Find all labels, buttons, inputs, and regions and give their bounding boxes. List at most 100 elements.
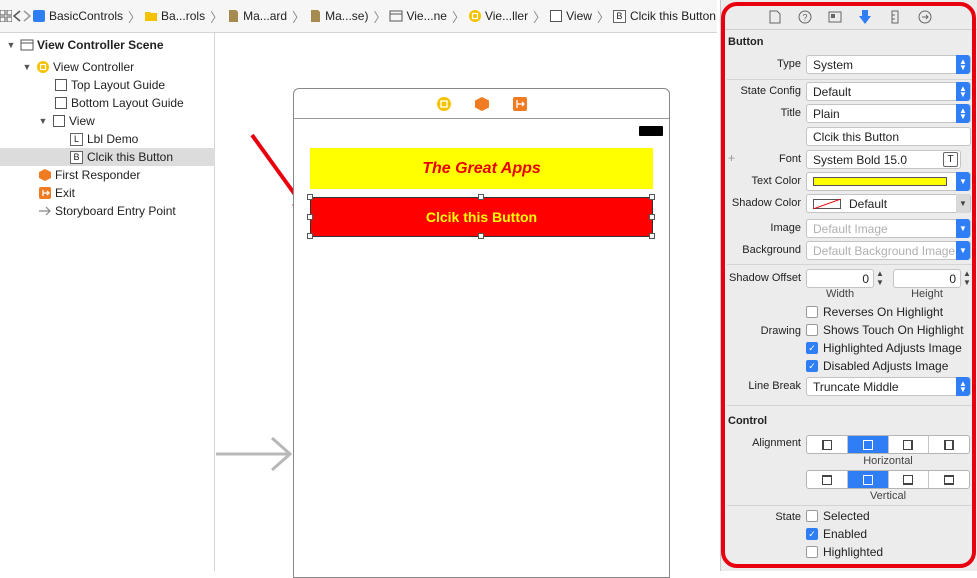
background-field[interactable]: Default Background Image ▼	[806, 241, 971, 260]
grid-icon[interactable]	[0, 5, 12, 27]
crumb-storyboard-base[interactable]: Ma...se)	[308, 9, 368, 23]
type-popup[interactable]: System ▲ ▼	[806, 55, 971, 74]
crumb-storyboard[interactable]: Ma...ard	[226, 9, 287, 23]
view-controller-icon[interactable]	[436, 96, 452, 112]
crumb-scene[interactable]: Vie...ne	[389, 9, 447, 23]
align-middle-icon[interactable]	[847, 471, 889, 488]
outline-bottom-layout-guide[interactable]: Bottom Layout Guide	[0, 94, 215, 112]
text-color-well[interactable]: ▼	[806, 172, 971, 191]
font-field[interactable]: System Bold 15.0 T	[806, 150, 961, 169]
forward-arrow-icon[interactable]	[22, 5, 32, 27]
shows-touch-checkbox[interactable]: Shows Touch On Highlight	[806, 323, 964, 337]
storyboard-file-icon	[229, 10, 239, 22]
title-popup[interactable]: Plain ▲ ▼	[806, 104, 971, 123]
resize-handle[interactable]	[307, 214, 313, 220]
highlighted-adjusts-checkbox[interactable]: ✓ Highlighted Adjusts Image	[806, 341, 962, 355]
background-placeholder: Default Background Image	[813, 243, 956, 258]
resize-handle[interactable]	[478, 194, 484, 200]
horizontal-alignment-control[interactable]	[806, 435, 970, 454]
outline-top-layout-guide[interactable]: Top Layout Guide	[0, 76, 215, 94]
chevron-down-icon: ▼	[956, 241, 970, 260]
attributes-inspector-icon[interactable]	[857, 9, 873, 25]
label-icon: L	[70, 132, 83, 146]
line-break-popup[interactable]: Truncate Middle ▲ ▼	[806, 377, 971, 396]
shadow-height-value: 0	[949, 271, 956, 286]
align-vfill-icon[interactable]	[929, 471, 969, 488]
document-outline: ▼ View Controller Scene ▼ View Controlle…	[0, 33, 215, 571]
divider	[727, 505, 972, 506]
disabled-adjusts-checkbox[interactable]: ✓ Disabled Adjusts Image	[806, 359, 948, 373]
font-picker-icon[interactable]: T	[943, 152, 958, 167]
width-sublabel: Width	[825, 288, 855, 300]
vertical-sublabel: Vertical	[869, 490, 907, 502]
crumb-project[interactable]: BasicControls	[32, 9, 123, 23]
disclosure-triangle-icon[interactable]: ▼	[6, 40, 16, 50]
resize-handle[interactable]	[478, 233, 484, 239]
crumb-folder[interactable]: Ba...rols	[144, 9, 205, 23]
connections-inspector-icon[interactable]	[917, 9, 933, 25]
size-inspector-icon[interactable]	[887, 9, 903, 25]
state-label: State	[775, 511, 801, 523]
stepper-icon[interactable]: ▲ ▼	[876, 269, 884, 287]
align-left-icon[interactable]	[807, 436, 848, 453]
demo-button[interactable]: Clcik this Button	[310, 197, 653, 237]
reverses-checkbox[interactable]: Reverses On Highlight	[806, 305, 943, 319]
storyboard-file-icon	[311, 10, 321, 22]
back-arrow-icon[interactable]	[12, 5, 22, 27]
align-center-icon[interactable]	[847, 436, 889, 453]
scene-dock	[294, 89, 669, 119]
align-top-icon[interactable]	[807, 471, 848, 488]
outline-first-responder[interactable]: First Responder	[0, 166, 215, 184]
shadow-color-well[interactable]: Default ▼	[806, 194, 971, 213]
outline-view-controller[interactable]: ▼ View Controller	[0, 58, 215, 76]
outline-label: View	[69, 114, 95, 128]
selected-checkbox[interactable]: Selected	[806, 509, 870, 523]
file-inspector-icon[interactable]	[767, 9, 783, 25]
exit-icon[interactable]	[512, 96, 528, 112]
resize-handle[interactable]	[307, 194, 313, 200]
title-text-field[interactable]: Clcik this Button	[806, 127, 971, 146]
crumb-view-controller[interactable]: Vie...ller	[468, 9, 528, 23]
shadow-width-field[interactable]: 0	[806, 269, 874, 288]
resize-handle[interactable]	[307, 233, 313, 239]
button-icon: B	[70, 150, 83, 164]
resize-handle[interactable]	[649, 233, 655, 239]
outline-button[interactable]: B Clcik this Button	[0, 148, 215, 166]
outline-label: Storyboard Entry Point	[55, 204, 176, 218]
crumb-view[interactable]: View	[549, 9, 592, 23]
popup-arrows-icon: ▲ ▼	[956, 55, 970, 74]
first-responder-icon[interactable]	[474, 96, 490, 112]
identity-inspector-icon[interactable]	[827, 9, 843, 25]
shadow-height-field[interactable]: 0	[893, 269, 961, 288]
highlighted-checkbox[interactable]: Highlighted	[806, 545, 883, 559]
image-placeholder: Default Image	[813, 221, 888, 236]
lbl-demo-label[interactable]: The Great Apps	[310, 148, 653, 189]
outline-view[interactable]: ▼ View	[0, 112, 215, 130]
crumb-button[interactable]: B Clcik this Button	[612, 9, 716, 23]
chevron-right-icon: 〉	[292, 9, 306, 25]
vertical-alignment-control[interactable]	[806, 470, 970, 489]
crumb-label: View	[566, 9, 592, 23]
outline-entry-point[interactable]: Storyboard Entry Point	[0, 202, 215, 220]
view-icon	[53, 115, 65, 127]
font-value: System Bold 15.0	[813, 152, 908, 167]
disclosure-triangle-icon[interactable]: ▼	[22, 62, 32, 72]
stepper-icon[interactable]: ▲ ▼	[963, 269, 971, 287]
outline-scene[interactable]: ▼ View Controller Scene	[0, 36, 215, 54]
align-right-icon[interactable]	[889, 436, 930, 453]
align-fill-icon[interactable]	[929, 436, 969, 453]
storyboard-canvas[interactable]: The Great Apps Clcik this Button	[216, 33, 720, 578]
align-bottom-icon[interactable]	[889, 471, 930, 488]
text-color-label: Text Color	[751, 175, 801, 187]
image-field[interactable]: Default Image ▼	[806, 219, 971, 238]
help-icon[interactable]: ?	[797, 9, 813, 25]
state-config-popup[interactable]: Default ▲ ▼	[806, 82, 971, 101]
enabled-checkbox[interactable]: ✓ Enabled	[806, 527, 867, 541]
resize-handle[interactable]	[649, 194, 655, 200]
view-controller-scene[interactable]: The Great Apps Clcik this Button	[293, 88, 670, 578]
disclosure-triangle-icon[interactable]: ▼	[38, 116, 48, 126]
outline-lbl-demo[interactable]: L Lbl Demo	[0, 130, 215, 148]
outline-exit[interactable]: Exit	[0, 184, 215, 202]
resize-handle[interactable]	[649, 214, 655, 220]
outline-label: Clcik this Button	[87, 150, 174, 164]
